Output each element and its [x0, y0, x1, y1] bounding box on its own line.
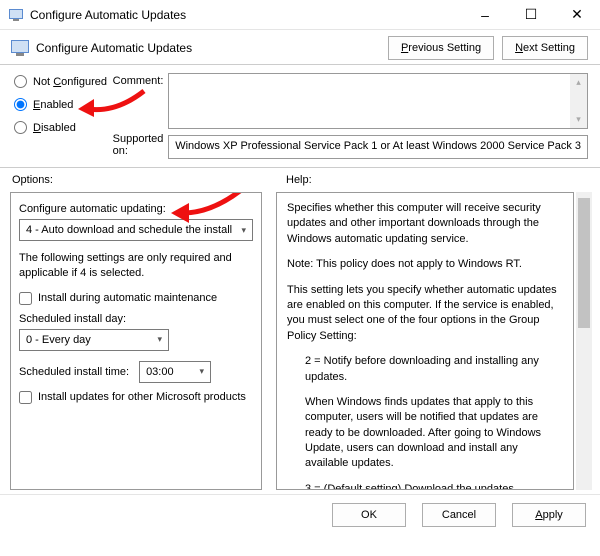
- supported-on-text: Windows XP Professional Service Pack 1 o…: [175, 140, 581, 152]
- apply-button[interactable]: Apply: [512, 503, 586, 527]
- close-button[interactable]: ✕: [554, 0, 600, 30]
- chevron-down-icon: ▾: [157, 334, 162, 345]
- policy-icon: [10, 38, 30, 58]
- config-area: Not Configured Enabled Disabled Comment:…: [0, 65, 600, 168]
- state-radio-group: Not Configured Enabled Disabled: [14, 73, 113, 159]
- ok-button[interactable]: OK: [332, 503, 406, 527]
- comment-label: Comment:: [113, 75, 169, 87]
- help-text: Specifies whether this computer will rec…: [287, 201, 563, 247]
- install-time-label: Scheduled install time:: [19, 366, 129, 378]
- help-text: 3 = (Default setting) Download the updat…: [287, 482, 563, 490]
- scroll-down-icon[interactable]: ▾: [570, 111, 587, 128]
- config-update-select[interactable]: 4 - Auto download and schedule the insta…: [19, 219, 253, 241]
- next-setting-button[interactable]: Next Setting: [502, 36, 588, 60]
- supported-label: Supported on:: [113, 133, 169, 157]
- options-pane: Configure automatic updating: 4 - Auto d…: [10, 192, 262, 490]
- minimize-button[interactable]: –: [462, 0, 508, 30]
- help-label: Help:: [286, 174, 312, 186]
- install-time-select[interactable]: 03:00 ▾: [139, 361, 211, 383]
- chk-install-maintenance[interactable]: Install during automatic maintenance: [19, 292, 253, 305]
- help-text: This setting lets you specify whether au…: [287, 283, 563, 345]
- install-day-select[interactable]: 0 - Every day ▾: [19, 329, 169, 351]
- header-row: Configure Automatic Updates Previous Set…: [0, 30, 600, 65]
- scrollbar[interactable]: [576, 192, 592, 490]
- scroll-up-icon[interactable]: ▴: [570, 74, 587, 91]
- install-time-value: 03:00: [146, 366, 174, 378]
- footer: OK Cancel Apply: [0, 494, 600, 535]
- chevron-down-icon: ▾: [241, 225, 246, 236]
- install-day-label: Scheduled install day:: [19, 313, 253, 325]
- help-text: When Windows finds updates that apply to…: [287, 395, 563, 472]
- comment-textarea[interactable]: ▴ ▾: [168, 73, 588, 129]
- scrollbar[interactable]: ▴ ▾: [570, 74, 587, 128]
- cancel-button[interactable]: Cancel: [422, 503, 496, 527]
- install-day-value: 0 - Every day: [26, 334, 91, 346]
- policy-icon: [8, 7, 24, 23]
- options-label: Options:: [12, 174, 258, 186]
- window-title: Configure Automatic Updates: [30, 8, 462, 22]
- radio-not-configured[interactable]: Not Configured: [14, 75, 113, 88]
- help-pane: Specifies whether this computer will rec…: [276, 192, 574, 490]
- help-text: Note: This policy does not apply to Wind…: [287, 257, 563, 272]
- policy-title: Configure Automatic Updates: [36, 41, 380, 55]
- radio-enabled[interactable]: Enabled: [14, 98, 113, 111]
- chk-other-ms-products[interactable]: Install updates for other Microsoft prod…: [19, 391, 253, 404]
- radio-disabled[interactable]: Disabled: [14, 121, 113, 134]
- previous-setting-button[interactable]: Previous Setting: [388, 36, 494, 60]
- chevron-down-icon: ▾: [200, 366, 205, 377]
- config-update-value: 4 - Auto download and schedule the insta…: [26, 224, 232, 236]
- help-text: 2 = Notify before downloading and instal…: [287, 354, 563, 385]
- titlebar: Configure Automatic Updates – ☐ ✕: [0, 0, 600, 30]
- config-update-label: Configure automatic updating:: [19, 203, 253, 215]
- supported-on-field: Windows XP Professional Service Pack 1 o…: [168, 135, 588, 159]
- options-note: The following settings are only required…: [19, 251, 253, 282]
- scrollbar-thumb[interactable]: [578, 198, 590, 328]
- maximize-button[interactable]: ☐: [508, 0, 554, 30]
- panes: Configure automatic updating: 4 - Auto d…: [0, 188, 600, 494]
